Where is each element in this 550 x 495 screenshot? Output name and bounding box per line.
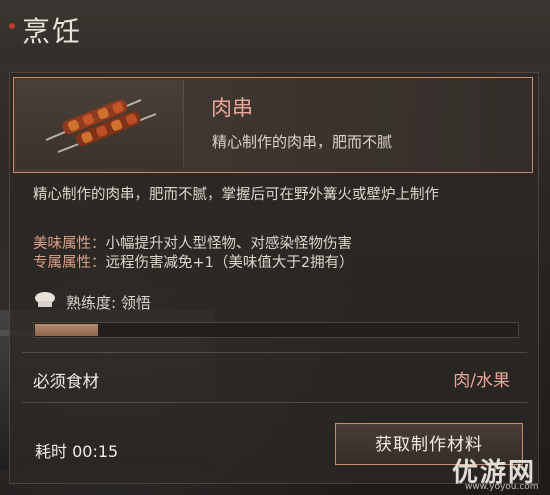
- chef-hat-icon: [35, 292, 55, 307]
- exclusive-attribute-label: 专属属性：: [33, 255, 106, 271]
- ingredients-value: 肉/水果: [453, 371, 510, 391]
- ingredients-label: 必须食材: [33, 372, 99, 391]
- cooking-time: 耗时 00:15: [35, 442, 119, 461]
- item-description: 精心制作的肉串，肥而不腻，掌握后可在野外篝火或壁炉上制作: [33, 187, 439, 203]
- meat-skewer-icon: [45, 99, 157, 153]
- divider-bottom: [22, 402, 527, 403]
- exclusive-attribute: 专属属性：远程伤害减免+1（美味值大于2拥有）: [33, 251, 354, 272]
- item-short-description: 精心制作的肉串，肥而不腻: [212, 133, 393, 151]
- taste-attribute: 美味属性：小幅提升对人型怪物、对感染怪物伤害: [33, 232, 352, 253]
- taste-attribute-value: 小幅提升对人型怪物、对感染怪物伤害: [105, 236, 353, 252]
- page-title: 烹饪: [22, 15, 83, 48]
- header-bar: [0, 0, 550, 58]
- mastery-level: 熟练度: 领悟: [66, 294, 151, 312]
- item-thumbnail: [16, 80, 184, 169]
- header-marker-icon: [9, 23, 15, 29]
- divider-top: [22, 352, 527, 353]
- item-name: 肉串: [211, 96, 253, 120]
- mastery-progress-fill: [35, 324, 98, 336]
- watermark-url: www.yoyou.com: [465, 482, 539, 492]
- exclusive-attribute-value: 远程伤害减免+1（美味值大于2拥有）: [105, 255, 354, 271]
- taste-attribute-label: 美味属性：: [33, 236, 106, 252]
- mastery-progress-bar: [33, 322, 519, 338]
